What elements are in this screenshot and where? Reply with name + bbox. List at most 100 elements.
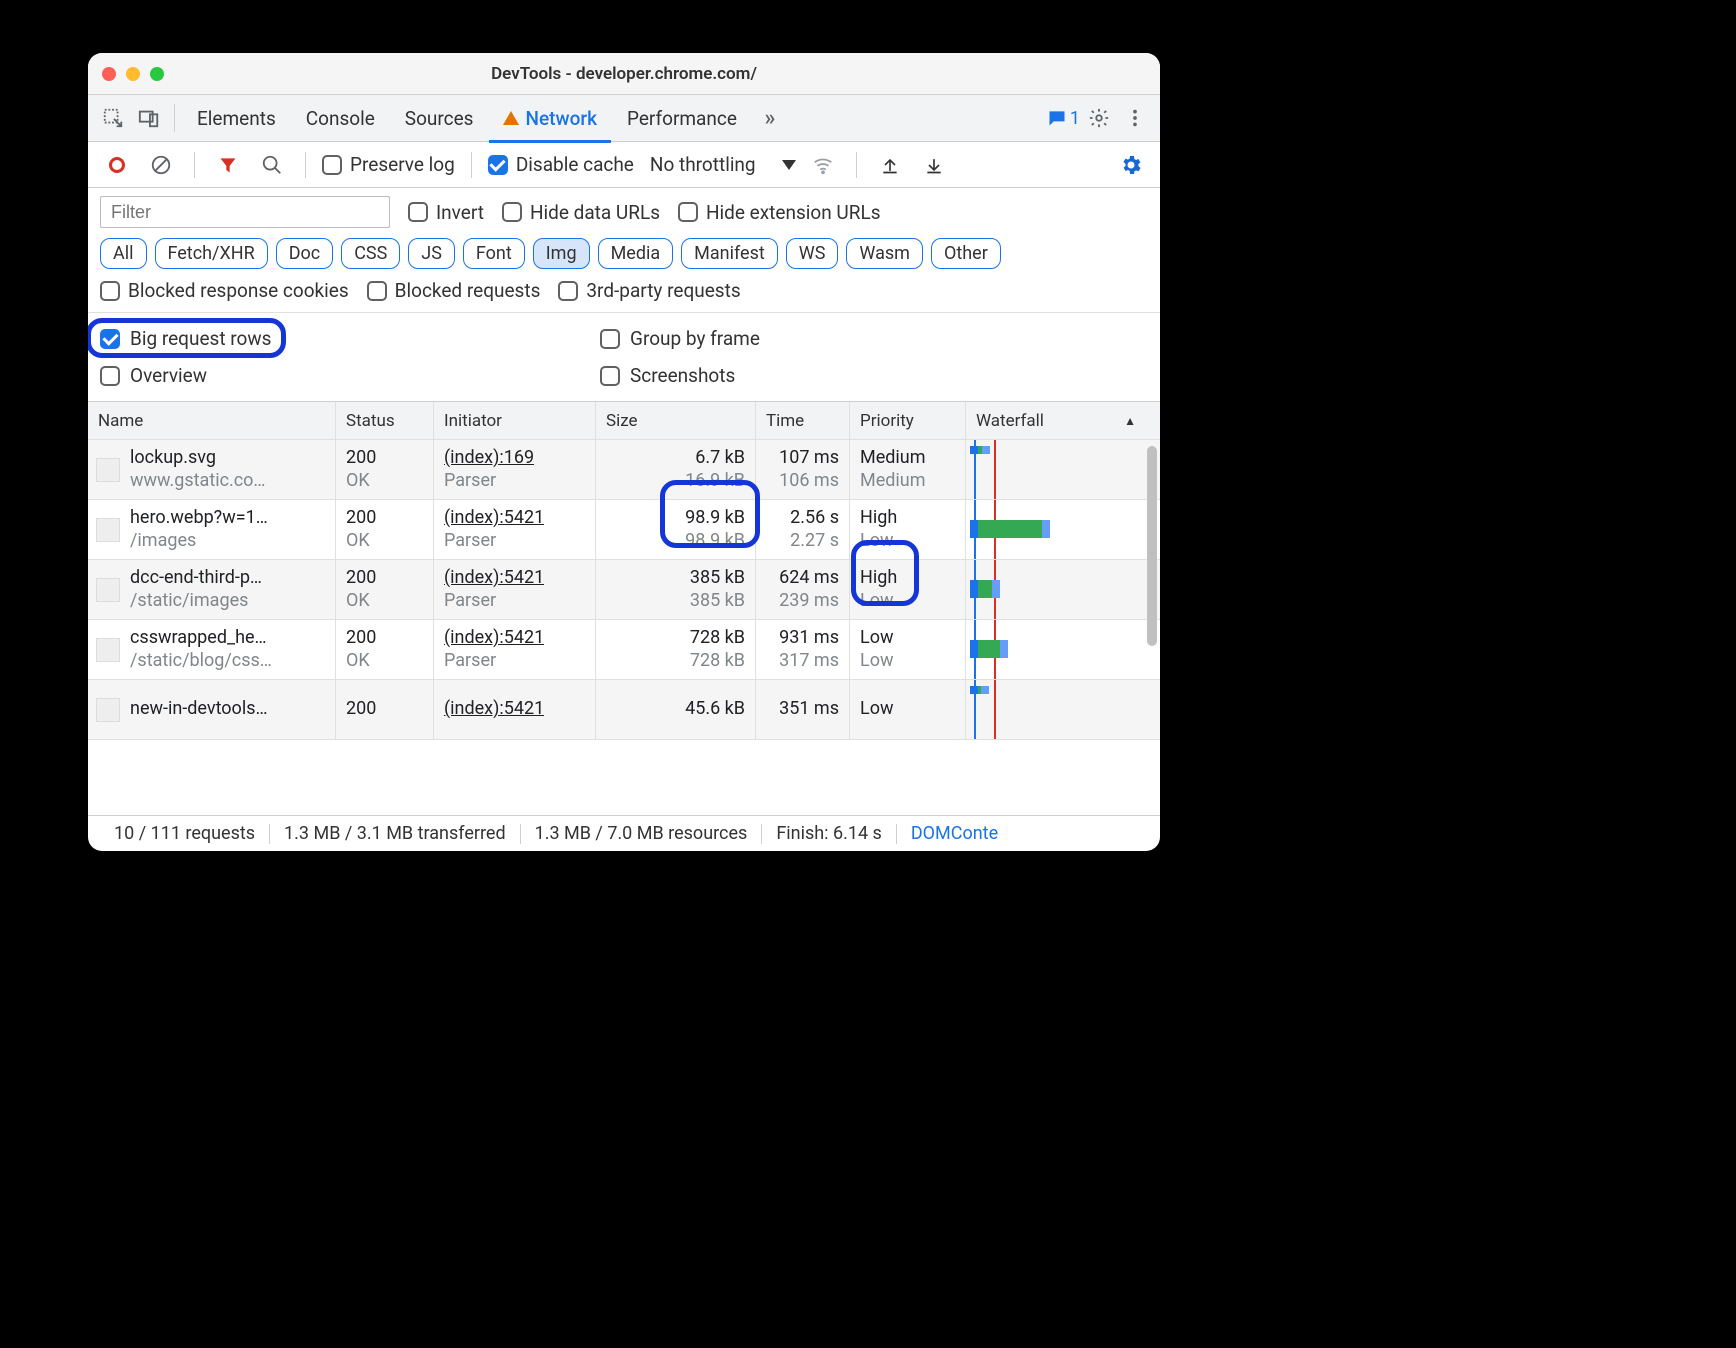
col-status[interactable]: Status [336,402,434,439]
checkbox-icon [600,329,620,349]
request-path: /static/blog/css… [130,650,272,673]
col-size[interactable]: Size [596,402,756,439]
filter-pill-img[interactable]: Img [533,238,590,269]
checkbox-label: Group by frame [630,327,760,350]
cell-name: hero.webp?w=1…/images [88,500,336,559]
status-domcontentloaded[interactable]: DOMConte [897,824,1012,844]
filter-icon[interactable] [211,148,245,182]
record-button[interactable] [100,148,134,182]
filter-pill-wasm[interactable]: Wasm [846,238,923,269]
filter-pill-js[interactable]: JS [408,238,455,269]
checkbox-label: Preserve log [350,153,455,176]
tab-label: Sources [405,107,474,130]
tab-network[interactable]: Network [489,95,611,142]
cell-initiator[interactable]: (index):5421Parser [434,620,596,679]
clear-button[interactable] [144,148,178,182]
col-time[interactable]: Time [756,402,850,439]
filter-pill-css[interactable]: CSS [341,238,400,269]
disable-cache-checkbox[interactable]: Disable cache [488,153,634,176]
blocked-requests-checkbox[interactable]: Blocked requests [367,279,541,302]
upload-har-icon[interactable] [873,148,907,182]
tab-performance[interactable]: Performance [613,95,751,142]
cell-priority: Low [850,680,966,739]
group-by-frame-checkbox[interactable]: Group by frame [600,327,1148,350]
checkbox-label: Disable cache [516,153,634,176]
cell-name: lockup.svgwww.gstatic.co… [88,440,336,499]
download-har-icon[interactable] [917,148,951,182]
tab-elements[interactable]: Elements [183,95,290,142]
col-name[interactable]: Name [88,402,336,439]
cell-initiator[interactable]: (index):5421Parser [434,500,596,559]
checkbox-icon [100,366,120,386]
network-conditions-icon[interactable] [806,148,840,182]
cell-initiator[interactable]: (index):5421Parser [434,560,596,619]
filter-pill-fetchxhr[interactable]: Fetch/XHR [155,238,268,269]
filter-pill-manifest[interactable]: Manifest [681,238,778,269]
filter-pill-other[interactable]: Other [931,238,1001,269]
cell-status: 200OK [336,500,434,559]
table-row[interactable]: lockup.svgwww.gstatic.co… 200OK (index):… [88,440,1160,500]
table-row[interactable]: hero.webp?w=1…/images 200OK (index):5421… [88,500,1160,560]
settings-icon[interactable] [1082,101,1116,135]
request-name: lockup.svg [130,447,265,470]
filter-pill-font[interactable]: Font [463,238,525,269]
hide-extension-urls-checkbox[interactable]: Hide extension URLs [678,201,881,224]
type-filter-pills: All Fetch/XHR DocCSS JS Font Img MediaManifest… [100,238,1148,269]
request-name: csswrapped_he… [130,627,272,650]
cell-initiator[interactable]: (index):169Parser [434,440,596,499]
scrollbar-thumb[interactable] [1147,446,1157,646]
tab-label: Performance [627,107,737,130]
big-request-rows-checkbox[interactable]: Big request rows [100,327,600,350]
cell-status: 200OK [336,440,434,499]
blocked-cookies-checkbox[interactable]: Blocked response cookies [100,279,349,302]
issues-button[interactable]: 1 [1047,108,1080,129]
table-row[interactable]: csswrapped_he…/static/blog/css… 200OK (i… [88,620,1160,680]
panel-tabbar: Elements Console Sources Network Perform… [88,95,1160,142]
filter-pill-media[interactable]: Media [598,238,674,269]
col-waterfall[interactable]: Waterfall▲ [966,402,1146,439]
table-row[interactable]: new-in-devtools… 200 (index):5421 45.6 k… [88,680,1160,740]
cell-size: 385 kB385 kB [596,560,756,619]
search-icon[interactable] [255,148,289,182]
highlight-annotation [660,480,760,548]
more-tabs-button[interactable]: » [753,101,787,135]
inspect-element-icon[interactable] [96,101,130,135]
table-row[interactable]: dcc-end-third-p…/static/images 200OK (in… [88,560,1160,620]
device-toolbar-icon[interactable] [132,101,166,135]
cell-time: 2.56 s2.27 s [756,500,850,559]
filter-panel: Invert Hide data URLs Hide extension URL… [88,188,1160,402]
table-header: Name Status Initiator Size Time Priority… [88,402,1160,440]
cell-priority: LowLow [850,620,966,679]
cell-waterfall [966,560,1146,619]
cell-name: dcc-end-third-p…/static/images [88,560,336,619]
throttling-select[interactable]: No throttling [650,153,796,176]
screenshots-checkbox[interactable]: Screenshots [600,364,1148,387]
overview-checkbox[interactable]: Overview [100,364,600,387]
cell-size: 728 kB728 kB [596,620,756,679]
invert-checkbox[interactable]: Invert [408,201,484,224]
cell-waterfall [966,440,1146,499]
tab-sources[interactable]: Sources [391,95,488,142]
filter-pill-all[interactable]: All [100,238,147,269]
filter-pill-doc[interactable]: Doc [276,238,334,269]
kebab-menu-icon[interactable] [1118,101,1152,135]
third-party-checkbox[interactable]: 3rd-party requests [558,279,740,302]
cell-size: 45.6 kB [596,680,756,739]
table-body[interactable]: lockup.svgwww.gstatic.co… 200OK (index):… [88,440,1160,815]
request-name: dcc-end-third-p… [130,567,262,590]
col-priority[interactable]: Priority [850,402,966,439]
cell-initiator[interactable]: (index):5421 [434,680,596,739]
tab-label: Console [306,107,375,130]
filter-pill-ws[interactable]: WS [786,238,839,269]
network-settings-icon[interactable] [1114,148,1148,182]
tab-console[interactable]: Console [292,95,389,142]
cell-status: 200OK [336,560,434,619]
file-type-icon [96,638,120,662]
col-initiator[interactable]: Initiator [434,402,596,439]
hide-data-urls-checkbox[interactable]: Hide data URLs [502,201,660,224]
request-path: /static/images [130,590,262,613]
filter-input[interactable] [100,196,390,228]
file-type-icon [96,518,120,542]
network-toolbar: Preserve log Disable cache No throttling [88,142,1160,188]
preserve-log-checkbox[interactable]: Preserve log [322,153,455,176]
